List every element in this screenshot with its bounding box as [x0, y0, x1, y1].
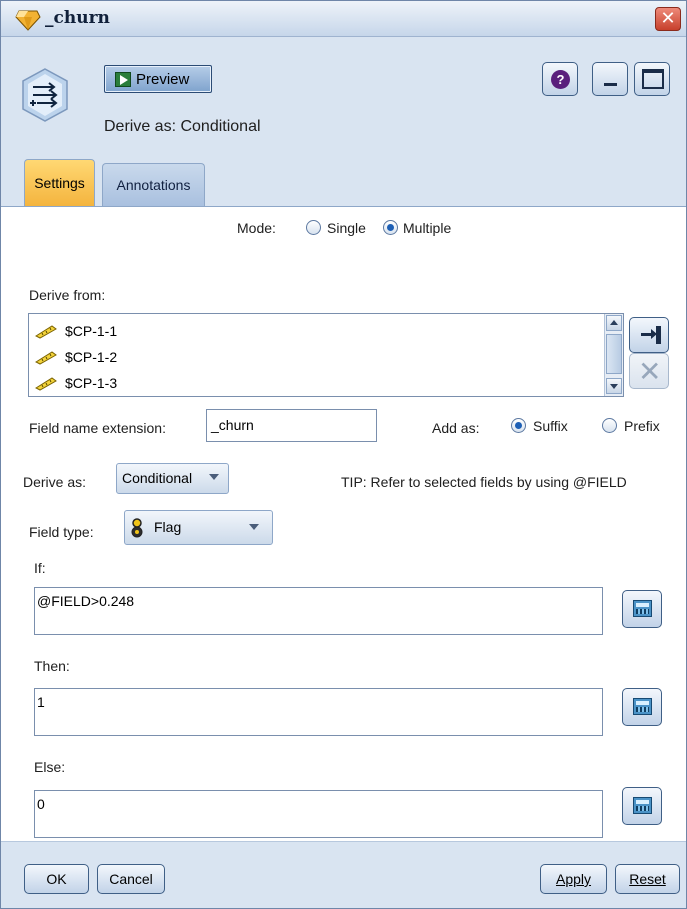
derive-as-value: Conditional — [122, 470, 193, 486]
scroll-thumb[interactable] — [606, 334, 622, 374]
else-label: Else: — [34, 759, 66, 775]
field-picker-icon-column — [656, 326, 661, 344]
if-label: If: — [34, 560, 46, 576]
tab-settings[interactable]: Settings — [24, 159, 95, 206]
tab-strip: Settings Annotations — [1, 151, 686, 207]
title-bar[interactable]: _churn ✕ — [1, 1, 686, 37]
calculator-icon — [633, 600, 652, 617]
else-expression-builder-button[interactable] — [622, 787, 662, 825]
delete-icon: ✕ — [638, 355, 662, 388]
field-name-extension-label: Field name extension: — [29, 420, 166, 436]
node-subtitle: Derive as: Conditional — [104, 118, 261, 135]
derive-as-select[interactable]: Conditional — [116, 463, 229, 494]
add-as-prefix-label: Prefix — [624, 418, 660, 434]
diamond-icon — [15, 10, 41, 31]
ruler-icon — [35, 351, 57, 365]
minimize-button[interactable] — [592, 62, 628, 96]
then-label: Then: — [34, 658, 70, 674]
else-expression-input[interactable]: 0 — [34, 790, 603, 838]
mode-multiple-label: Multiple — [403, 220, 452, 236]
derive-node-dialog: _churn ✕ Preview ? Derive as: Conditiona… — [0, 0, 687, 909]
derive-from-list[interactable]: $CP-1-1 $CP-1-2 $CP-1-3 — [28, 313, 624, 397]
play-icon — [115, 72, 131, 87]
ok-button[interactable]: OK — [24, 864, 89, 894]
mode-single-label: Single — [327, 220, 366, 236]
preview-label: Preview — [136, 71, 190, 88]
cancel-button[interactable]: Cancel — [97, 864, 165, 894]
dialog-footer: OK Cancel Apply Reset — [1, 841, 686, 908]
close-icon[interactable]: ✕ — [655, 7, 681, 31]
help-button[interactable]: ? — [542, 62, 578, 96]
ruler-icon — [35, 325, 57, 339]
mode-single-radio[interactable] — [306, 220, 321, 235]
add-as-suffix-radio[interactable] — [511, 418, 526, 433]
derive-from-label: Derive from: — [29, 287, 106, 303]
add-as-label: Add as: — [432, 420, 480, 436]
settings-panel: Mode: Single Multiple Derive from: $CP-1… — [1, 207, 686, 841]
mode-multiple-radio[interactable] — [383, 220, 398, 235]
then-expression-builder-button[interactable] — [622, 688, 662, 726]
derive-node-icon — [22, 68, 68, 122]
list-scrollbar[interactable] — [604, 314, 623, 396]
tip-text: TIP: Refer to selected fields by using @… — [341, 474, 627, 490]
add-as-prefix-radio[interactable] — [602, 418, 617, 433]
reset-button[interactable]: Reset — [615, 864, 680, 894]
then-expression-input[interactable]: 1 — [34, 688, 603, 736]
field-picker-icon — [641, 329, 657, 339]
ruler-icon — [35, 377, 57, 391]
help-icon: ? — [551, 70, 570, 89]
tab-annotations[interactable]: Annotations — [102, 163, 205, 206]
scroll-up-icon[interactable] — [606, 315, 622, 331]
chevron-down-icon — [249, 524, 259, 530]
if-expression-builder-button[interactable] — [622, 590, 662, 628]
field-name: $CP-1-3 — [65, 375, 118, 391]
field-name: $CP-1-2 — [65, 349, 118, 365]
calculator-icon — [633, 698, 652, 715]
field-type-select[interactable]: Flag — [124, 510, 273, 545]
node-header: Preview ? Derive as: Conditional — [1, 38, 686, 150]
field-type-value: Flag — [154, 519, 182, 535]
flag-icon — [131, 518, 143, 538]
maximize-icon — [642, 69, 664, 89]
chevron-down-icon — [209, 474, 219, 480]
window-title: _churn — [45, 8, 110, 28]
field-type-label: Field type: — [29, 524, 94, 540]
field-name: $CP-1-1 — [65, 323, 118, 339]
mode-label: Mode: — [237, 220, 276, 236]
scroll-down-icon[interactable] — [606, 378, 622, 394]
calculator-icon — [633, 797, 652, 814]
if-expression-input[interactable]: @FIELD>0.248 — [34, 587, 603, 635]
maximize-button[interactable] — [634, 62, 670, 96]
apply-button[interactable]: Apply — [540, 864, 607, 894]
preview-button[interactable]: Preview — [104, 65, 212, 93]
add-as-suffix-label: Suffix — [533, 418, 568, 434]
field-name-extension-input[interactable]: _churn — [206, 409, 377, 442]
derive-as-label: Derive as: — [23, 474, 87, 490]
delete-field-button[interactable]: ✕ — [629, 353, 669, 389]
field-picker-button[interactable] — [629, 317, 669, 353]
minimize-icon — [604, 83, 617, 86]
